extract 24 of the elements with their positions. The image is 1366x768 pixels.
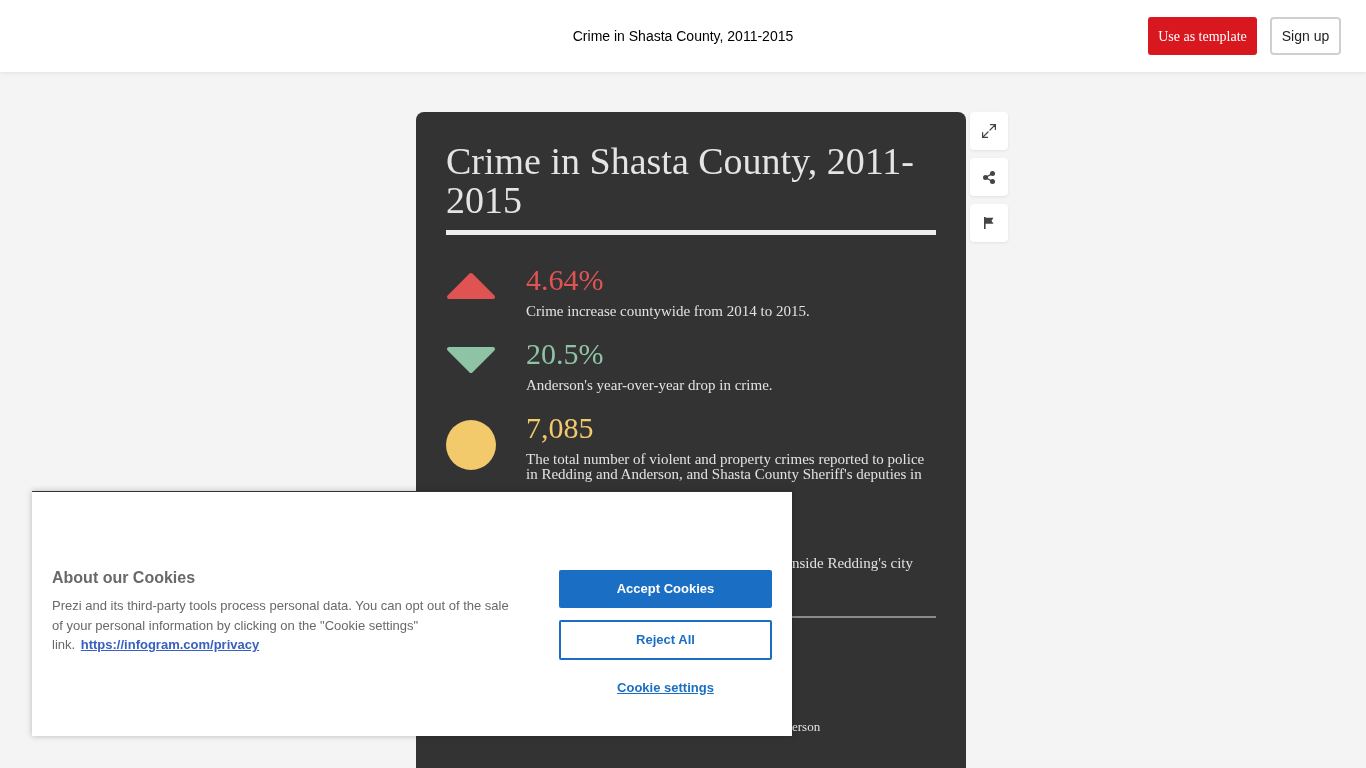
- accept-cookies-button[interactable]: Accept Cookies: [559, 570, 772, 608]
- expand-icon: [982, 124, 996, 138]
- share-button[interactable]: [970, 158, 1008, 196]
- legend-label: erson: [792, 719, 822, 734]
- stat-description: Anderson's year-over-year drop in crime.: [526, 378, 774, 393]
- reject-all-button[interactable]: Reject All: [559, 620, 772, 660]
- flag-icon: [984, 217, 994, 229]
- privacy-link[interactable]: https://infogram.com/privacy: [80, 637, 260, 652]
- cookie-notice-text: Prezi and its third-party tools process personal data. You can opt out of the sale of your personal information by clicking on the "Cookie settings" link. https://infogram.com/privacy: [52, 597, 510, 654]
- stat-value: 20.5%: [526, 339, 605, 369]
- stat-description: Crime increase countywide from 2014 to 2015.: [526, 304, 811, 319]
- use-template-button[interactable]: Use as template: [1148, 17, 1257, 55]
- stat-value: 7,085: [526, 413, 595, 443]
- infographic-title: Crime in Shasta County, 2011-2015: [446, 142, 915, 220]
- report-button[interactable]: [970, 204, 1008, 242]
- stat-value: 4.64%: [526, 265, 605, 295]
- stat-description: nside Redding's city: [792, 556, 915, 571]
- share-icon: [983, 170, 995, 184]
- cookie-banner-title: About our Cookies: [52, 568, 197, 588]
- sign-up-button[interactable]: Sign up: [1270, 17, 1341, 55]
- fullscreen-button[interactable]: [970, 112, 1008, 150]
- stat-description: The total number of violent and property crimes reported to police in Redding and Anderson, and Shasta County Sheriff's deputies in: [526, 452, 926, 482]
- page-title: Crime in Shasta County, 2011-2015: [572, 26, 794, 46]
- cookie-settings-link[interactable]: Cookie settings: [617, 680, 714, 696]
